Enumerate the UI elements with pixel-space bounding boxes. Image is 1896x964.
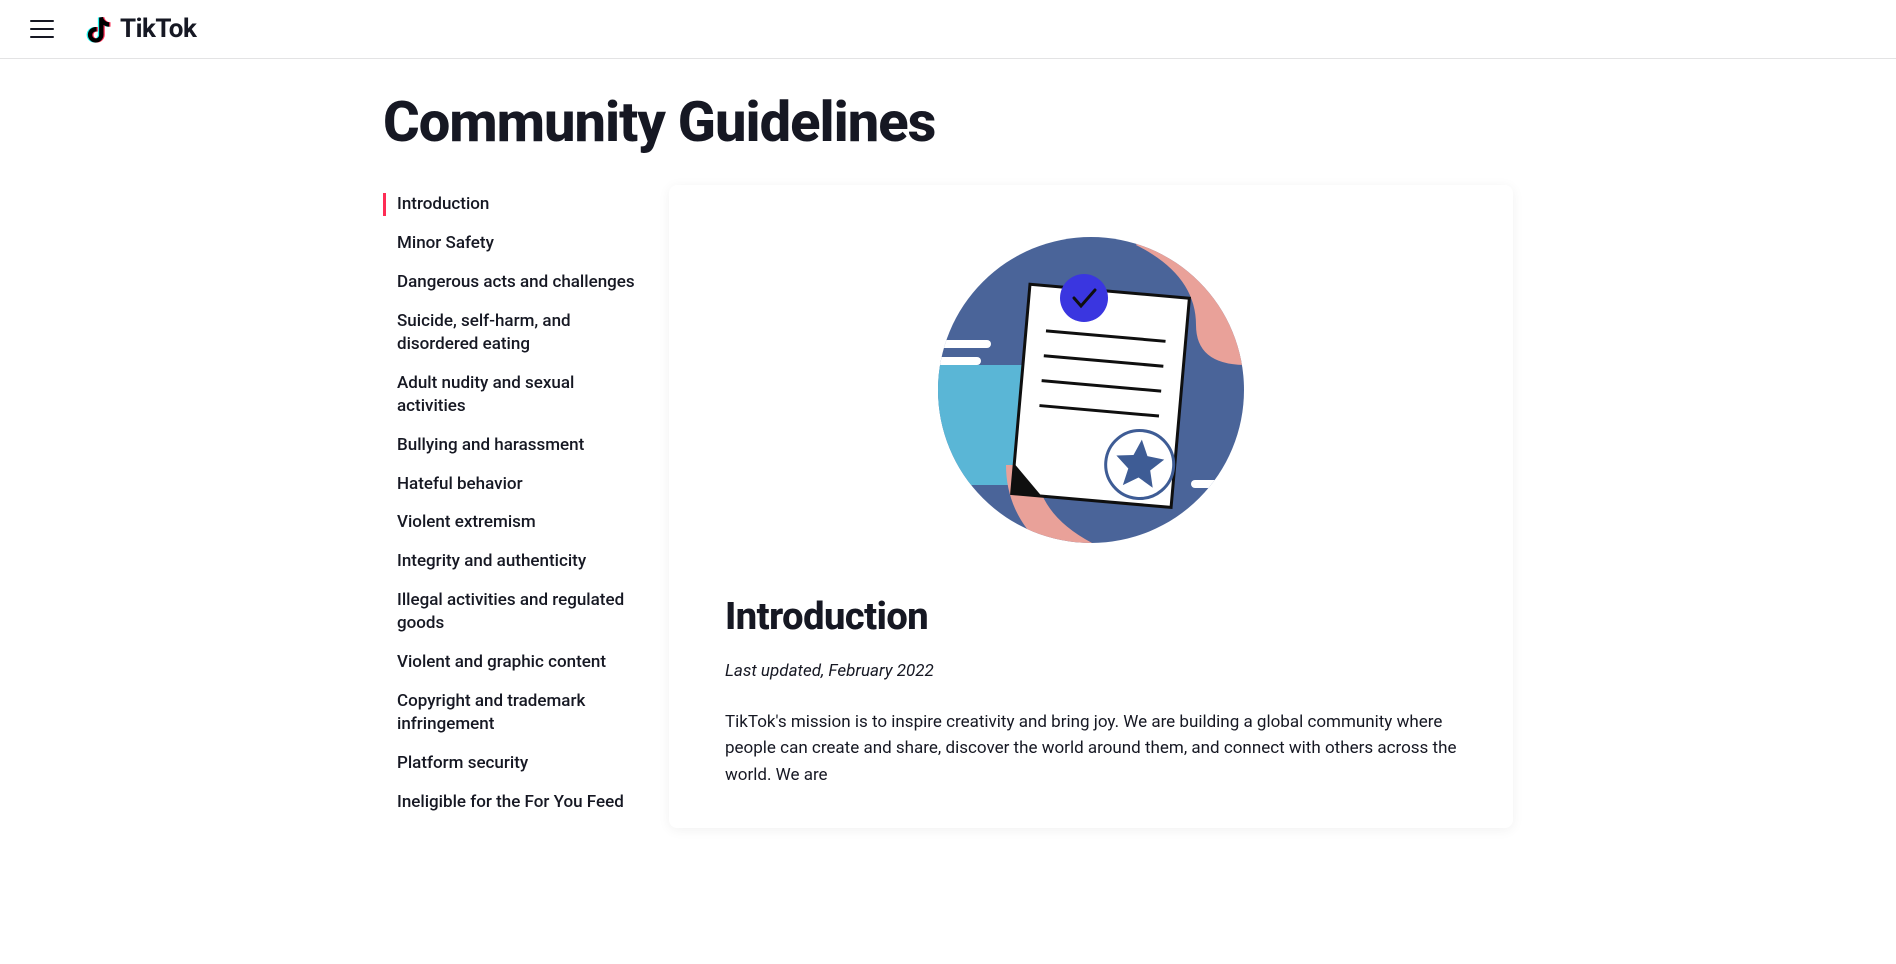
app-header: TikTok — [0, 0, 1896, 59]
page-title: Community Guidelines — [383, 89, 1513, 155]
last-updated: Last updated, February 2022 — [725, 661, 1457, 681]
sidebar-item[interactable]: Suicide, self-harm, and disordered eatin… — [383, 302, 643, 364]
brand-logo[interactable]: TikTok — [86, 14, 196, 44]
menu-icon[interactable] — [30, 20, 54, 38]
sidebar-item[interactable]: Hateful behavior — [383, 465, 643, 504]
sidebar-item[interactable]: Ineligible for the For You Feed — [383, 783, 643, 822]
sidebar-item[interactable]: Integrity and authenticity — [383, 542, 643, 581]
tiktok-icon — [86, 14, 116, 44]
sidebar-nav: Introduction Minor Safety Dangerous acts a… — [383, 185, 643, 822]
sidebar-item[interactable]: Dangerous acts and challenges — [383, 263, 643, 302]
sidebar-item[interactable]: Adult nudity and sexual activities — [383, 364, 643, 426]
sidebar-item-label: Copyright and trademark infringement — [397, 691, 585, 734]
sidebar-item-label: Minor Safety — [397, 233, 494, 253]
sidebar-item-label: Suicide, self-harm, and disordered eatin… — [397, 311, 571, 354]
sidebar-item-label: Bullying and harassment — [397, 435, 584, 455]
document-illustration-icon — [936, 235, 1246, 545]
sidebar-item-label: Introduction — [397, 194, 489, 214]
sidebar-item-label: Hateful behavior — [397, 474, 523, 494]
sidebar-item[interactable]: Bullying and harassment — [383, 426, 643, 465]
sidebar-item-label: Dangerous acts and challenges — [397, 272, 635, 292]
sidebar-item-label: Illegal activities and regulated goods — [397, 590, 624, 633]
article-heading: Introduction — [725, 595, 1457, 639]
sidebar-list: Introduction Minor Safety Dangerous acts a… — [383, 185, 643, 822]
sidebar-item-label: Violent and graphic content — [397, 652, 606, 672]
article-illustration — [725, 235, 1457, 545]
sidebar-item[interactable]: Violent extremism — [383, 503, 643, 542]
content-card: Introduction Last updated, February 2022… — [669, 185, 1513, 828]
sidebar-item[interactable]: Copyright and trademark infringement — [383, 682, 643, 744]
sidebar-item-label: Ineligible for the For You Feed — [397, 792, 624, 812]
brand-text: TikTok — [120, 14, 196, 44]
sidebar-item[interactable]: Platform security — [383, 744, 643, 783]
sidebar-item[interactable]: Introduction — [383, 185, 643, 224]
sidebar-item[interactable]: Illegal activities and regulated goods — [383, 581, 643, 643]
sidebar-item-label: Violent extremism — [397, 512, 536, 532]
sidebar-item[interactable]: Violent and graphic content — [383, 643, 643, 682]
sidebar-item-label: Integrity and authenticity — [397, 551, 586, 571]
sidebar-item[interactable]: Minor Safety — [383, 224, 643, 263]
sidebar-item-label: Platform security — [397, 753, 528, 773]
sidebar-item-label: Adult nudity and sexual activities — [397, 373, 574, 416]
article-body: TikTok's mission is to inspire creativit… — [725, 709, 1457, 788]
